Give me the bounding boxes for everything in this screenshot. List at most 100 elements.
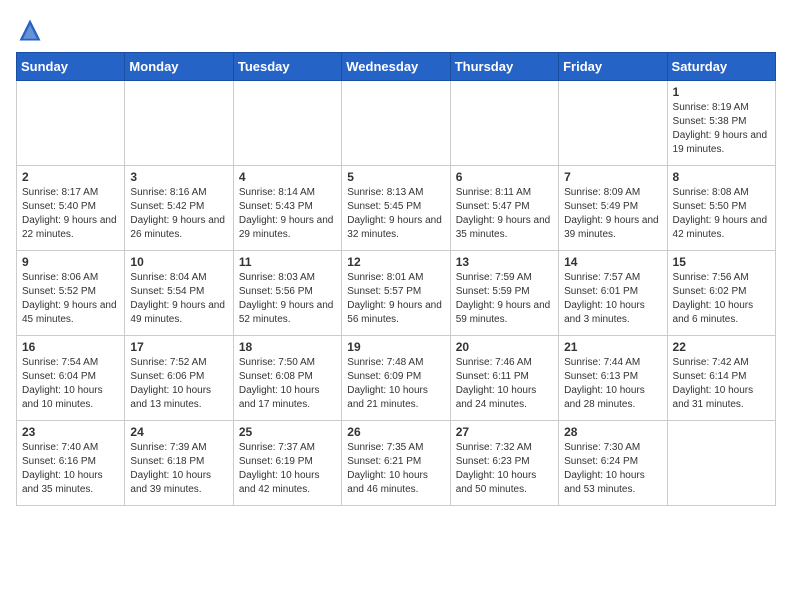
day-number: 5: [347, 170, 444, 184]
calendar-week-3: 9 Sunrise: 8:06 AM Sunset: 5:52 PM Daylig…: [17, 251, 776, 336]
day-info: Sunrise: 7:52 AM Sunset: 6:06 PM Dayligh…: [130, 356, 227, 412]
calendar-cell: 22 Sunrise: 7:42 AM Sunset: 6:14 PM Dayli…: [667, 336, 775, 421]
day-number: 8: [673, 170, 770, 184]
weekday-header-tuesday: Tuesday: [233, 53, 341, 81]
day-info: Sunrise: 8:04 AM Sunset: 5:54 PM Dayligh…: [130, 271, 227, 327]
calendar-cell: [667, 421, 775, 506]
day-info: Sunrise: 7:54 AM Sunset: 6:04 PM Dayligh…: [22, 356, 119, 412]
calendar-cell: 5 Sunrise: 8:13 AM Sunset: 5:45 PM Daylig…: [342, 166, 450, 251]
day-number: 24: [130, 425, 227, 439]
logo: [16, 16, 48, 44]
day-number: 26: [347, 425, 444, 439]
day-info: Sunrise: 8:17 AM Sunset: 5:40 PM Dayligh…: [22, 186, 119, 242]
calendar-week-2: 2 Sunrise: 8:17 AM Sunset: 5:40 PM Daylig…: [17, 166, 776, 251]
weekday-header-friday: Friday: [559, 53, 667, 81]
calendar-cell: 27Sunrise: 7:32 AM Sunset: 6:23 PM Dayli…: [450, 421, 558, 506]
calendar-cell: 18 Sunrise: 7:50 AM Sunset: 6:08 PM Dayli…: [233, 336, 341, 421]
calendar-cell: [450, 81, 558, 166]
day-number: 13: [456, 255, 553, 269]
calendar-cell: 7 Sunrise: 8:09 AM Sunset: 5:49 PM Daylig…: [559, 166, 667, 251]
calendar-cell: [559, 81, 667, 166]
day-info: Sunrise: 7:32 AM Sunset: 6:23 PM Dayligh…: [456, 441, 553, 497]
day-info: Sunrise: 8:11 AM Sunset: 5:47 PM Dayligh…: [456, 186, 553, 242]
day-info: Sunrise: 7:37 AM Sunset: 6:19 PM Dayligh…: [239, 441, 336, 497]
calendar-cell: 1 Sunrise: 8:19 AM Sunset: 5:38 PM Daylig…: [667, 81, 775, 166]
calendar-cell: 17 Sunrise: 7:52 AM Sunset: 6:06 PM Dayli…: [125, 336, 233, 421]
calendar-cell: 9 Sunrise: 8:06 AM Sunset: 5:52 PM Daylig…: [17, 251, 125, 336]
day-number: 9: [22, 255, 119, 269]
calendar-cell: 28 Sunrise: 7:30 AM Sunset: 6:24 PM Dayli…: [559, 421, 667, 506]
day-info: Sunrise: 8:13 AM Sunset: 5:45 PM Dayligh…: [347, 186, 444, 242]
calendar-table: SundayMondayTuesdayWednesdayThursdayFrid…: [16, 52, 776, 506]
day-info: Sunrise: 8:06 AM Sunset: 5:52 PM Dayligh…: [22, 271, 119, 327]
day-info: Sunrise: 7:57 AM Sunset: 6:01 PM Dayligh…: [564, 271, 661, 327]
calendar-cell: 25 Sunrise: 7:37 AM Sunset: 6:19 PM Dayli…: [233, 421, 341, 506]
day-info: Sunrise: 7:50 AM Sunset: 6:08 PM Dayligh…: [239, 356, 336, 412]
calendar-cell: [17, 81, 125, 166]
calendar-cell: 14 Sunrise: 7:57 AM Sunset: 6:01 PM Dayli…: [559, 251, 667, 336]
calendar-cell: 12 Sunrise: 8:01 AM Sunset: 5:57 PM Dayli…: [342, 251, 450, 336]
day-info: Sunrise: 8:08 AM Sunset: 5:50 PM Dayligh…: [673, 186, 770, 242]
calendar-cell: 26 Sunrise: 7:35 AM Sunset: 6:21 PM Dayli…: [342, 421, 450, 506]
calendar-cell: 11 Sunrise: 8:03 AM Sunset: 5:56 PM Dayli…: [233, 251, 341, 336]
day-number: 15: [673, 255, 770, 269]
calendar-cell: 3 Sunrise: 8:16 AM Sunset: 5:42 PM Daylig…: [125, 166, 233, 251]
day-number: 7: [564, 170, 661, 184]
weekday-header-saturday: Saturday: [667, 53, 775, 81]
calendar-week-4: 16 Sunrise: 7:54 AM Sunset: 6:04 PM Dayli…: [17, 336, 776, 421]
day-info: Sunrise: 8:09 AM Sunset: 5:49 PM Dayligh…: [564, 186, 661, 242]
day-number: 10: [130, 255, 227, 269]
calendar-cell: [233, 81, 341, 166]
calendar-cell: 2 Sunrise: 8:17 AM Sunset: 5:40 PM Daylig…: [17, 166, 125, 251]
weekday-header-sunday: Sunday: [17, 53, 125, 81]
day-number: 4: [239, 170, 336, 184]
calendar-cell: 23Sunrise: 7:40 AM Sunset: 6:16 PM Dayli…: [17, 421, 125, 506]
calendar-cell: 10 Sunrise: 8:04 AM Sunset: 5:54 PM Dayli…: [125, 251, 233, 336]
day-number: 2: [22, 170, 119, 184]
logo-icon: [16, 16, 44, 44]
day-info: Sunrise: 8:16 AM Sunset: 5:42 PM Dayligh…: [130, 186, 227, 242]
day-number: 1: [673, 85, 770, 99]
page-header: [16, 16, 776, 44]
day-info: Sunrise: 7:42 AM Sunset: 6:14 PM Dayligh…: [673, 356, 770, 412]
weekday-header-monday: Monday: [125, 53, 233, 81]
calendar-cell: 8 Sunrise: 8:08 AM Sunset: 5:50 PM Daylig…: [667, 166, 775, 251]
day-number: 11: [239, 255, 336, 269]
day-number: 19: [347, 340, 444, 354]
day-number: 12: [347, 255, 444, 269]
day-number: 25: [239, 425, 336, 439]
calendar-cell: [125, 81, 233, 166]
day-info: Sunrise: 8:19 AM Sunset: 5:38 PM Dayligh…: [673, 101, 770, 157]
day-info: Sunrise: 7:46 AM Sunset: 6:11 PM Dayligh…: [456, 356, 553, 412]
day-info: Sunrise: 7:40 AM Sunset: 6:16 PM Dayligh…: [22, 441, 119, 497]
calendar-cell: [342, 81, 450, 166]
calendar-week-5: 23Sunrise: 7:40 AM Sunset: 6:16 PM Dayli…: [17, 421, 776, 506]
day-number: 21: [564, 340, 661, 354]
calendar-cell: 6Sunrise: 8:11 AM Sunset: 5:47 PM Daylig…: [450, 166, 558, 251]
day-info: Sunrise: 7:56 AM Sunset: 6:02 PM Dayligh…: [673, 271, 770, 327]
calendar-cell: 24Sunrise: 7:39 AM Sunset: 6:18 PM Dayli…: [125, 421, 233, 506]
calendar-cell: 16 Sunrise: 7:54 AM Sunset: 6:04 PM Dayli…: [17, 336, 125, 421]
day-number: 16: [22, 340, 119, 354]
day-number: 28: [564, 425, 661, 439]
day-info: Sunrise: 8:03 AM Sunset: 5:56 PM Dayligh…: [239, 271, 336, 327]
day-number: 18: [239, 340, 336, 354]
weekday-header-wednesday: Wednesday: [342, 53, 450, 81]
weekday-header-row: SundayMondayTuesdayWednesdayThursdayFrid…: [17, 53, 776, 81]
day-number: 3: [130, 170, 227, 184]
day-info: Sunrise: 7:30 AM Sunset: 6:24 PM Dayligh…: [564, 441, 661, 497]
weekday-header-thursday: Thursday: [450, 53, 558, 81]
day-info: Sunrise: 7:35 AM Sunset: 6:21 PM Dayligh…: [347, 441, 444, 497]
day-info: Sunrise: 8:14 AM Sunset: 5:43 PM Dayligh…: [239, 186, 336, 242]
day-number: 20: [456, 340, 553, 354]
day-info: Sunrise: 7:44 AM Sunset: 6:13 PM Dayligh…: [564, 356, 661, 412]
calendar-cell: 4 Sunrise: 8:14 AM Sunset: 5:43 PM Daylig…: [233, 166, 341, 251]
day-info: Sunrise: 8:01 AM Sunset: 5:57 PM Dayligh…: [347, 271, 444, 327]
calendar-cell: 13Sunrise: 7:59 AM Sunset: 5:59 PM Dayli…: [450, 251, 558, 336]
day-number: 14: [564, 255, 661, 269]
day-number: 22: [673, 340, 770, 354]
day-info: Sunrise: 7:48 AM Sunset: 6:09 PM Dayligh…: [347, 356, 444, 412]
calendar-cell: 15 Sunrise: 7:56 AM Sunset: 6:02 PM Dayli…: [667, 251, 775, 336]
calendar-cell: 20 Sunrise: 7:46 AM Sunset: 6:11 PM Dayli…: [450, 336, 558, 421]
day-number: 17: [130, 340, 227, 354]
